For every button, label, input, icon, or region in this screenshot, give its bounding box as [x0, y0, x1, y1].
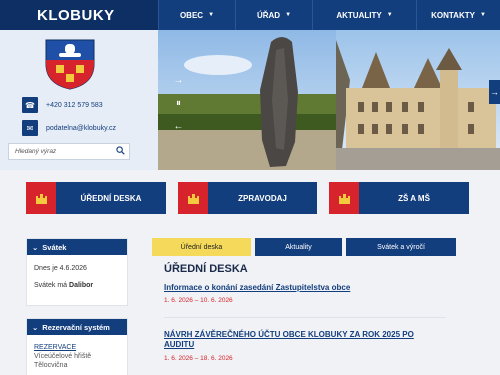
- news-item-date: 1. 6. 2026 – 18. 6. 2026: [164, 355, 233, 362]
- castle-icon: [26, 182, 56, 214]
- reservation-box-title: Rezervační systém: [42, 322, 110, 332]
- nav-kontakty[interactable]: KONTAKTY ▼: [416, 0, 500, 30]
- holiday-box-title: Svátek: [42, 242, 67, 252]
- nav-urad[interactable]: ÚŘAD ▼: [235, 0, 312, 30]
- arrow-left-icon[interactable]: ←: [170, 118, 187, 135]
- reservation-item[interactable]: Víceúčelové hřiště: [27, 353, 127, 360]
- reservation-box: ⌄ Rezervační systém REZERVACE Víceúčelové…: [26, 318, 128, 375]
- arrow-right-icon[interactable]: →: [170, 72, 187, 89]
- slider-controls: → ⏸ ←: [170, 72, 187, 135]
- nav-aktuality-label: AKTUALITY: [336, 10, 382, 20]
- nav-obec-label: OBEC: [179, 10, 204, 20]
- name-day: Svátek má Dalibor: [27, 282, 127, 289]
- chevron-down-icon: ▼: [285, 12, 292, 18]
- next-slide-icon[interactable]: →: [489, 80, 500, 104]
- quick-link-uredni-deska[interactable]: ÚŘEDNÍ DESKA: [26, 182, 166, 214]
- today-date: Dnes je 4.6.2026: [34, 265, 87, 272]
- holiday-box-header: ⌄ Svátek: [27, 239, 127, 255]
- quick-link-label: ÚŘEDNÍ DESKA: [80, 193, 142, 203]
- content-tabs: Úřední deska Aktuality Svátek a výročí: [152, 238, 456, 256]
- chevron-down-icon: ▼: [386, 12, 393, 18]
- hero-photo-chateau: [336, 30, 500, 170]
- nav-aktuality[interactable]: AKTUALITY ▼: [312, 0, 416, 30]
- quick-link-zs-ms[interactable]: ZŠ A MŠ: [329, 182, 469, 214]
- email-icon: ✉: [22, 120, 38, 136]
- tab-svatek-a-vyroci[interactable]: Svátek a výročí: [346, 238, 456, 256]
- reservation-box-header: ⌄ Rezervační systém: [27, 319, 127, 335]
- pause-icon[interactable]: ⏸: [170, 95, 187, 112]
- email-address: podatelna@klobuky.cz: [46, 124, 117, 132]
- reservation-link[interactable]: REZERVACE: [27, 344, 127, 351]
- news-item-title-line2[interactable]: AUDITU: [164, 340, 194, 350]
- chevron-down-icon: ▼: [479, 12, 486, 18]
- name-day-name: Dalibor: [69, 282, 94, 289]
- coat-of-arms-icon: [45, 39, 95, 90]
- phone-contact[interactable]: ☎ +420 312 579 583: [22, 97, 103, 113]
- news-item-title[interactable]: Informace o konání zasedání Zastupitelst…: [164, 283, 350, 293]
- chevron-down-icon: ⌄: [32, 242, 39, 252]
- chevron-down-icon: ▼: [208, 12, 215, 18]
- phone-icon: ☎: [22, 97, 38, 113]
- news-item-date: 1. 6. 2026 – 10. 6. 2026: [164, 297, 233, 304]
- phone-number: +420 312 579 583: [46, 101, 103, 109]
- site-logo[interactable]: KLOBUKY: [0, 0, 158, 30]
- nav-obec[interactable]: OBEC ▼: [158, 0, 235, 30]
- nav-kontakty-label: KONTAKTY: [431, 10, 475, 20]
- reservation-item[interactable]: Tělocvična: [27, 362, 127, 369]
- quick-link-label: ZPRAVODAJ: [238, 193, 287, 203]
- holiday-box: ⌄ Svátek Dnes je 4.6.2026 Svátek má Dalib…: [26, 238, 128, 306]
- main-nav: OBEC ▼ ÚŘAD ▼ AKTUALITY ▼ KONTAKTY ▼: [158, 0, 500, 30]
- castle-icon: [329, 182, 359, 214]
- search-icon[interactable]: [116, 146, 125, 155]
- tab-uredni-deska[interactable]: Úřední deska: [152, 238, 251, 256]
- divider: [164, 317, 446, 318]
- section-title: ÚŘEDNÍ DESKA: [164, 263, 248, 275]
- news-item-title-line1[interactable]: NÁVRH ZÁVĚREČNÉHO ÚČTU OBCE KLOBUKY ZA R…: [164, 330, 414, 340]
- quick-link-zpravodaj[interactable]: ZPRAVODAJ: [178, 182, 317, 214]
- tab-aktuality[interactable]: Aktuality: [255, 238, 342, 256]
- quick-link-label: ZŠ A MŠ: [398, 193, 430, 203]
- chevron-down-icon: ⌄: [32, 322, 39, 332]
- castle-icon: [178, 182, 208, 214]
- nav-urad-label: ÚŘAD: [256, 10, 281, 20]
- name-day-prefix: Svátek má: [34, 282, 70, 289]
- email-contact[interactable]: ✉ podatelna@klobuky.cz: [22, 120, 116, 136]
- search-input[interactable]: Hledaný výraz: [8, 143, 130, 160]
